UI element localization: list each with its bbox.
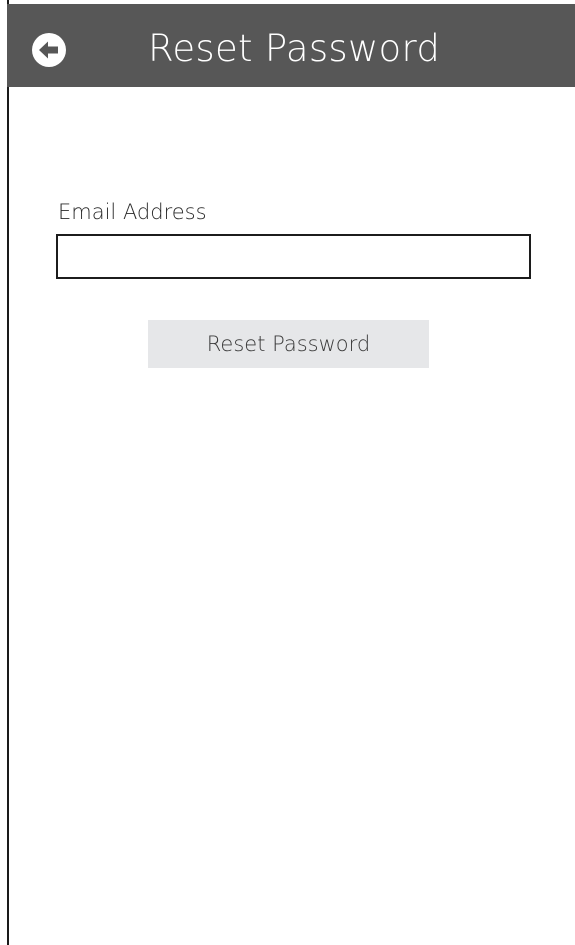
page-title: Reset Password xyxy=(148,27,441,70)
app-header: Reset Password xyxy=(7,4,575,87)
reset-password-screen: Reset Password Email Address Reset Passw… xyxy=(0,0,575,945)
email-label: Email Address xyxy=(58,200,207,224)
email-field[interactable] xyxy=(56,234,531,279)
screen-left-border xyxy=(7,0,9,945)
arrow-left-circle-icon xyxy=(32,33,66,67)
reset-password-button[interactable]: Reset Password xyxy=(148,320,429,368)
back-button[interactable] xyxy=(31,32,67,68)
